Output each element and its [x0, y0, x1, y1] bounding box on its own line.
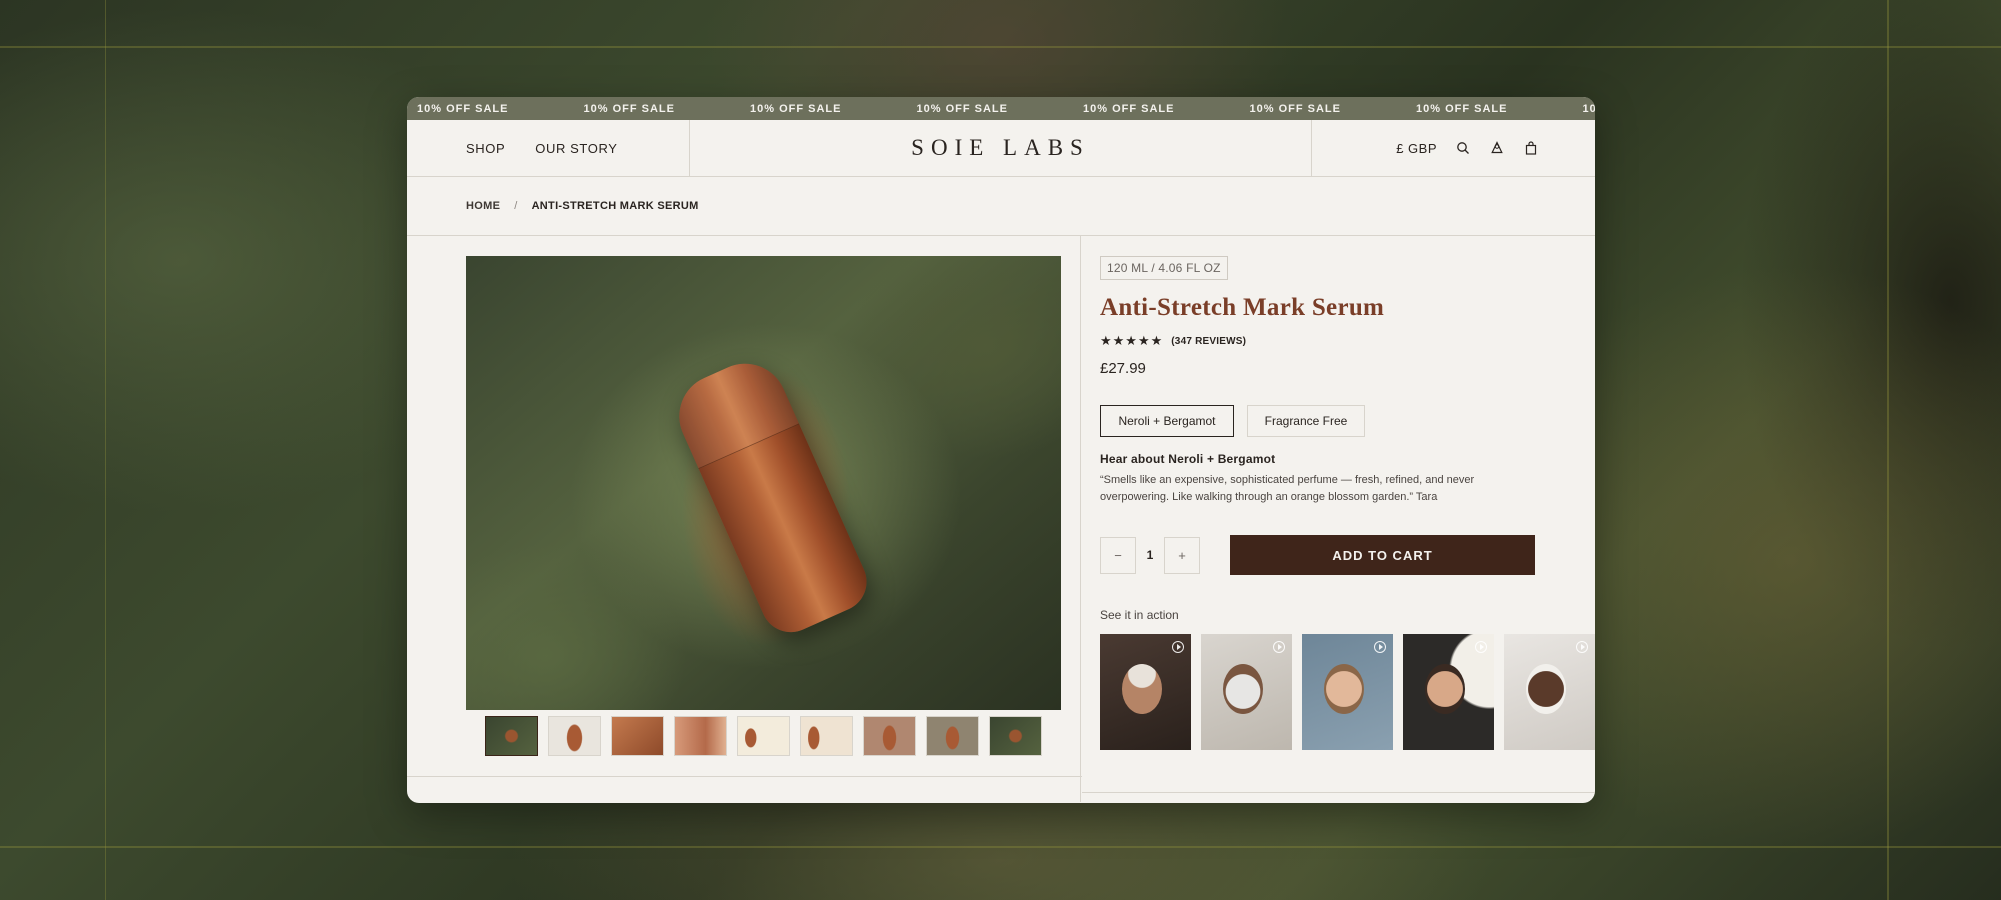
brand-logo[interactable]: SOIE LABS — [911, 135, 1090, 161]
announcement-item: 10 — [1582, 102, 1596, 115]
browser-window: 10% OFF SALE 10% OFF SALE 10% OFF SALE 1… — [407, 97, 1595, 803]
variant-option-fragrance-free[interactable]: Fragrance Free — [1247, 405, 1365, 437]
gallery-thumbnail[interactable] — [611, 716, 664, 756]
primary-nav: SHOP OUR STORY — [407, 120, 690, 176]
quantity-decrease-button[interactable]: − — [1100, 536, 1136, 574]
product-gallery — [407, 236, 1081, 802]
person-image — [1526, 664, 1566, 714]
variant-selector: Neroli + Bergamot Fragrance Free — [1100, 405, 1595, 437]
announcement-item: 10% OFF SALE — [417, 102, 509, 115]
announcement-item: 10% OFF SALE — [1249, 102, 1341, 115]
announcement-item: 10% OFF SALE — [916, 102, 1008, 115]
variant-option-neroli-bergamot[interactable]: Neroli + Bergamot — [1100, 405, 1234, 437]
person-image — [1324, 664, 1364, 714]
video-thumbnail[interactable] — [1504, 634, 1595, 750]
product-rating[interactable]: ★★★★★ (347 REVIEWS) — [1100, 333, 1595, 349]
gallery-thumbnail[interactable] — [548, 716, 601, 756]
see-in-action-heading: See it in action — [1100, 608, 1179, 622]
gallery-thumbnail[interactable] — [863, 716, 916, 756]
nav-link-our-story[interactable]: OUR STORY — [535, 141, 617, 156]
product-price: £27.99 — [1100, 360, 1146, 377]
product-section: 120 ML / 4.06 FL OZ Anti-Stretch Mark Se… — [407, 236, 1595, 802]
play-icon — [1172, 641, 1184, 653]
announcement-item: 10% OFF SALE — [583, 102, 675, 115]
product-title: Anti-Stretch Mark Serum — [1100, 294, 1385, 321]
serum-bottle-image — [665, 350, 877, 642]
gallery-thumbnail[interactable] — [989, 716, 1042, 756]
section-divider — [407, 776, 1082, 777]
size-badge: 120 ML / 4.06 FL OZ — [1100, 256, 1228, 280]
person-image — [1122, 664, 1162, 714]
video-thumbnail[interactable] — [1201, 634, 1292, 750]
account-icon[interactable] — [1489, 140, 1505, 156]
person-image — [1425, 664, 1465, 714]
product-hero-image[interactable] — [466, 256, 1061, 710]
play-icon — [1374, 641, 1386, 653]
announcement-bar: 10% OFF SALE 10% OFF SALE 10% OFF SALE 1… — [407, 97, 1595, 120]
utility-nav: £ GBP — [1312, 120, 1595, 176]
review-quote: “Smells like an expensive, sophisticated… — [1100, 474, 1475, 503]
review-heading: Hear about Neroli + Bergamot — [1100, 452, 1276, 466]
nav-link-shop[interactable]: SHOP — [466, 141, 505, 156]
background-guide-line — [0, 46, 2001, 48]
play-icon — [1273, 641, 1285, 653]
review-count-link[interactable]: (347 REVIEWS) — [1171, 336, 1246, 347]
background-guide-line — [105, 0, 106, 900]
search-icon[interactable] — [1455, 140, 1471, 156]
play-icon — [1475, 641, 1487, 653]
currency-selector[interactable]: £ GBP — [1396, 141, 1437, 156]
video-thumbnail[interactable] — [1302, 634, 1393, 750]
logo-area: SOIE LABS — [690, 120, 1312, 176]
announcement-item: 10% OFF SALE — [1416, 102, 1508, 115]
background-guide-line — [1887, 0, 1889, 900]
gallery-thumbnail[interactable] — [800, 716, 853, 756]
background-guide-line — [0, 846, 2001, 848]
gallery-thumbnail[interactable] — [485, 716, 538, 756]
breadcrumb-current: ANTI-STRETCH MARK SERUM — [531, 200, 699, 212]
breadcrumb-home[interactable]: HOME — [466, 200, 500, 212]
quantity-increase-button[interactable]: + — [1164, 536, 1200, 574]
announcement-item: 10% OFF SALE — [1083, 102, 1175, 115]
video-thumbnail[interactable] — [1100, 634, 1191, 750]
video-carousel — [1100, 634, 1595, 750]
purchase-row: − 1 + ADD TO CART — [1100, 535, 1595, 575]
breadcrumb: HOME / ANTI-STRETCH MARK SERUM — [407, 177, 1595, 236]
breadcrumb-separator: / — [514, 200, 518, 212]
gallery-thumbnail[interactable] — [674, 716, 727, 756]
product-info: 120 ML / 4.06 FL OZ Anti-Stretch Mark Se… — [1081, 236, 1595, 802]
add-to-cart-button[interactable]: ADD TO CART — [1230, 535, 1535, 575]
video-thumbnail[interactable] — [1403, 634, 1494, 750]
play-icon — [1576, 641, 1588, 653]
section-divider — [1082, 792, 1595, 793]
announcement-item: 10% OFF SALE — [750, 102, 842, 115]
person-image — [1223, 664, 1263, 714]
gallery-thumbnail[interactable] — [737, 716, 790, 756]
site-header: SHOP OUR STORY SOIE LABS £ GBP — [407, 120, 1595, 177]
quantity-value[interactable]: 1 — [1136, 548, 1164, 562]
bag-icon[interactable] — [1523, 140, 1539, 156]
star-rating-icons: ★★★★★ — [1100, 333, 1164, 348]
gallery-thumbnail[interactable] — [926, 716, 979, 756]
thumbnail-strip — [485, 716, 1042, 756]
